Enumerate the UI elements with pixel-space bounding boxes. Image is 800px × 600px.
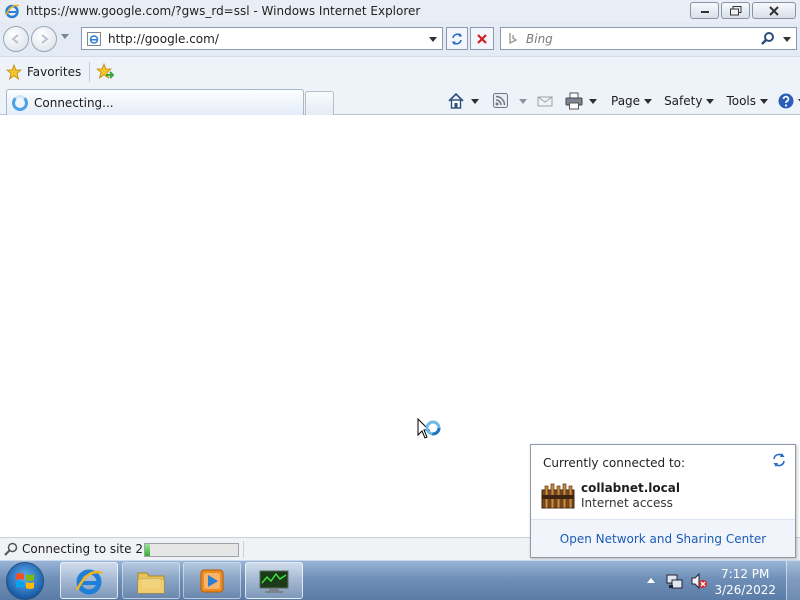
clock[interactable]: 7:12 PM 3/26/2022 [714, 566, 776, 598]
restore-button[interactable] [721, 2, 750, 19]
print-button[interactable] [565, 90, 583, 112]
tab-row: Connecting... Page Safety Tools [0, 86, 800, 115]
add-to-favorites-bar-button[interactable] [95, 62, 115, 84]
feeds-dropdown[interactable] [519, 98, 527, 104]
help-icon [778, 93, 794, 109]
flyout-refresh-button[interactable] [771, 452, 787, 472]
clock-time: 7:12 PM [721, 567, 770, 581]
rss-feed-icon [493, 93, 508, 108]
help-button[interactable] [778, 90, 794, 112]
media-player-icon [200, 569, 224, 592]
page-menu-button[interactable]: Page [611, 94, 640, 108]
loading-spinner-icon [12, 94, 28, 111]
search-options-dropdown[interactable] [783, 37, 791, 42]
stop-button[interactable] [470, 27, 494, 50]
volume-muted-icon[interactable] [690, 572, 708, 593]
home-button[interactable] [447, 90, 465, 112]
favorites-label: Favorites [27, 65, 82, 79]
favorites-star-icon [5, 63, 23, 80]
back-arrow-icon [11, 34, 19, 44]
taskbar-internet-explorer[interactable] [60, 562, 118, 599]
folder-icon [137, 572, 165, 593]
taskbar-media-player[interactable] [183, 562, 241, 599]
feeds-button[interactable] [493, 90, 509, 112]
windows-logo-icon [16, 573, 34, 589]
tab-active[interactable]: Connecting... [6, 89, 304, 115]
page-icon [86, 31, 102, 47]
favorites-separator [89, 62, 90, 82]
show-desktop-button[interactable] [786, 561, 800, 600]
stop-icon [477, 33, 487, 44]
domain-network-icon [541, 481, 575, 514]
network-name: collabnet.local [581, 481, 680, 495]
navigation-bar: http://google.com/ Bing [0, 22, 800, 56]
print-dropdown[interactable] [589, 98, 597, 104]
refresh-icon [452, 32, 462, 45]
tools-menu-caret[interactable] [760, 98, 769, 104]
read-mail-button[interactable] [537, 90, 553, 112]
tab-title: Connecting... [34, 95, 114, 110]
taskbar-windows-explorer[interactable] [122, 562, 180, 599]
new-tab-button[interactable] [305, 91, 334, 115]
flyout-heading: Currently connected to: [543, 456, 686, 470]
address-input[interactable]: http://google.com/ [108, 32, 219, 46]
busy-cursor-icon [417, 417, 445, 449]
start-button[interactable] [6, 562, 44, 600]
home-dropdown[interactable] [471, 98, 479, 104]
taskbar-task-manager[interactable] [245, 562, 303, 599]
minimize-button[interactable] [690, 2, 719, 19]
command-bar: Page Safety Tools [447, 90, 800, 112]
refresh-button[interactable] [446, 27, 468, 50]
taskbar: 7:12 PM 3/26/2022 [0, 560, 800, 600]
status-text: Connecting to site 216 [22, 542, 159, 556]
favorites-button[interactable]: Favorites [5, 62, 82, 82]
close-button[interactable] [752, 2, 796, 19]
safety-menu-button[interactable]: Safety [664, 94, 702, 108]
title-bar: https://www.google.com/?gws_rd=ssl - Win… [0, 0, 800, 22]
bing-icon [506, 32, 520, 46]
add-favorite-icon [95, 62, 115, 79]
show-hidden-icons-button[interactable] [647, 578, 655, 583]
network-flyout: Currently connected to: collabnet.local … [530, 444, 796, 558]
clock-date: 3/26/2022 [714, 583, 776, 597]
forward-button[interactable] [31, 26, 57, 52]
window-title: https://www.google.com/?gws_rd=ssl - Win… [26, 4, 421, 18]
tools-menu-button[interactable]: Tools [726, 94, 756, 108]
network-access-status: Internet access [581, 496, 673, 510]
progress-bar [144, 543, 239, 557]
printer-icon [565, 92, 583, 110]
address-dropdown[interactable] [429, 37, 437, 42]
network-tray-icon[interactable] [666, 573, 684, 594]
internet-explorer-icon [4, 3, 20, 19]
search-icon[interactable] [760, 31, 776, 50]
mail-icon [537, 96, 553, 107]
open-network-sharing-center-link[interactable]: Open Network and Sharing Center [560, 532, 766, 546]
search-box[interactable]: Bing [500, 27, 797, 50]
status-separator [243, 541, 244, 558]
search-input[interactable]: Bing [526, 32, 553, 46]
page-menu-caret[interactable] [644, 98, 653, 104]
refresh-icon [773, 453, 785, 467]
status-magnifier-icon [4, 542, 18, 556]
recent-pages-dropdown[interactable] [61, 34, 69, 39]
safety-menu-caret[interactable] [706, 98, 715, 104]
home-icon [448, 92, 464, 109]
flyout-footer: Open Network and Sharing Center [531, 519, 795, 557]
back-button[interactable] [3, 26, 29, 52]
progress-fill [145, 544, 150, 556]
address-bar[interactable]: http://google.com/ [81, 27, 443, 50]
system-tray: 7:12 PM 3/26/2022 [640, 561, 800, 600]
forward-arrow-icon [41, 34, 49, 44]
internet-explorer-icon [75, 569, 103, 594]
favorites-bar: Favorites [0, 56, 800, 86]
task-manager-icon [259, 570, 289, 593]
